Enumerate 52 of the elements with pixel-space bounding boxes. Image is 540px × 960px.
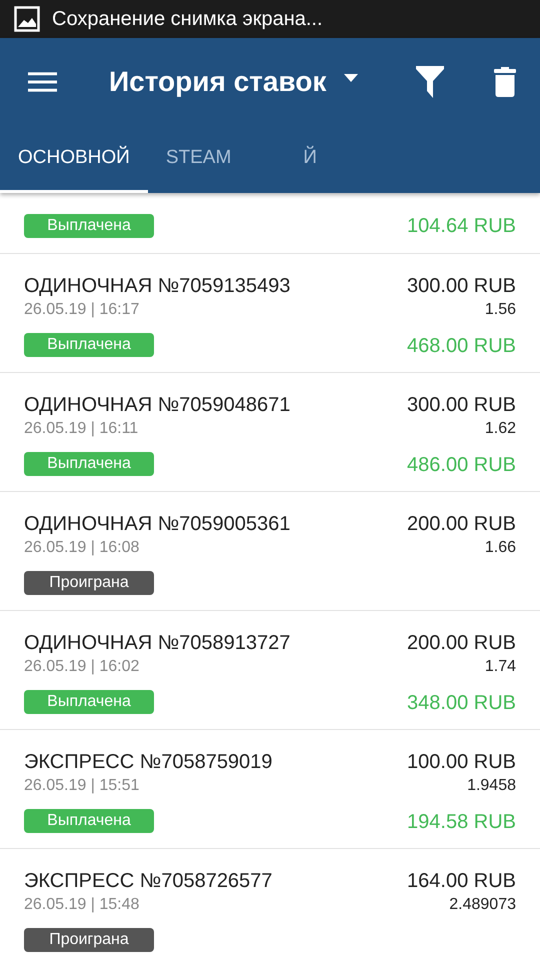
bet-date: 26.05.19 | 16:08 (24, 538, 140, 558)
bet-date: 26.05.19 | 16:17 (24, 300, 140, 320)
odds-value: 1.56 (484, 300, 516, 320)
status-badge: Выплачена (24, 452, 154, 476)
bet-row[interactable]: ОДИНОЧНАЯ №7059005361 26.05.19 | 16:08 Проиграна 200.00 RUB 1.66 (0, 492, 540, 611)
odds-value: 1.74 (484, 657, 516, 677)
tab[interactable]: Й (249, 125, 363, 193)
bet-title: ОДИНОЧНАЯ №7059005361 (24, 512, 290, 537)
bet-row[interactable]: ЭКСПРЕСС №7058726577 26.05.19 | 15:48 Проиграна 164.00 RUB 2.489073 (0, 849, 540, 960)
tab[interactable]: ОСНОВНОЙ (0, 125, 148, 193)
stake-amount: 164.00 RUB (407, 869, 516, 894)
odds-value: 2.489073 (449, 895, 516, 915)
odds-value: 1.9458 (467, 776, 516, 796)
bet-title: ОДИНОЧНАЯ №7058913727 (24, 631, 290, 656)
status-badge: Выплачена (24, 333, 154, 357)
payout-amount: 194.58 RUB (407, 810, 516, 835)
bet-row[interactable]: ОДИНОЧНАЯ №7059048671 26.05.19 | 16:11 Выплачена 300.00 RUB 1.62 486.00 RUB (0, 373, 540, 492)
status-badge: Проиграна (24, 928, 154, 952)
bet-date: 26.05.19 | 16:02 (24, 657, 140, 677)
bet-row[interactable]: ОДИНОЧНАЯ №7059135493 26.05.19 | 16:17 Выплачена 300.00 RUB 1.56 468.00 RUB (0, 254, 540, 373)
notification-text: Сохранение снимка экрана... (52, 8, 323, 30)
bet-row[interactable]: ЭКСПРЕСС №7058759019 26.05.19 | 15:51 Выплачена 100.00 RUB 1.9458 194.58 RUB (0, 730, 540, 849)
odds-value: 1.66 (484, 538, 516, 558)
stake-amount: 300.00 RUB (407, 274, 516, 299)
tab[interactable]: STEAM (148, 125, 250, 193)
image-icon (14, 6, 40, 32)
payout-amount: 348.00 RUB (407, 691, 516, 716)
bet-date: 26.05.19 | 15:48 (24, 895, 140, 915)
payout-amount: 468.00 RUB (407, 334, 516, 359)
screen-title[interactable]: История ставок (109, 66, 326, 98)
status-badge: Выплачена (24, 809, 154, 833)
status-badge: Выплачена (24, 690, 154, 714)
stake-amount: 100.00 RUB (407, 750, 516, 775)
stake-amount: 200.00 RUB (407, 512, 516, 537)
bet-date: 26.05.19 | 16:11 (24, 419, 138, 439)
odds-value: 1.62 (484, 419, 516, 439)
bet-row[interactable]: ОДИНОЧНАЯ №7058913727 26.05.19 | 16:02 Выплачена 200.00 RUB 1.74 348.00 RUB (0, 611, 540, 730)
bet-date: 26.05.19 | 15:51 (24, 776, 140, 796)
filter-icon[interactable] (416, 66, 444, 98)
trash-icon[interactable] (494, 66, 516, 96)
payout-amount: 104.64 RUB (407, 214, 516, 239)
bet-title: ОДИНОЧНАЯ №7059048671 (24, 393, 290, 418)
bet-title: ЭКСПРЕСС №7058759019 (24, 750, 272, 775)
stake-amount: 300.00 RUB (407, 393, 516, 418)
bet-title: ОДИНОЧНАЯ №7059135493 (24, 274, 290, 299)
bet-title: ЭКСПРЕСС №7058726577 (24, 869, 272, 894)
menu-icon[interactable] (28, 70, 57, 92)
caret-icon[interactable] (344, 74, 358, 82)
payout-amount: 486.00 RUB (407, 453, 516, 478)
status-badge: Проиграна (24, 571, 154, 595)
stake-amount: 200.00 RUB (407, 631, 516, 656)
status-badge: Выплачена (24, 214, 154, 238)
